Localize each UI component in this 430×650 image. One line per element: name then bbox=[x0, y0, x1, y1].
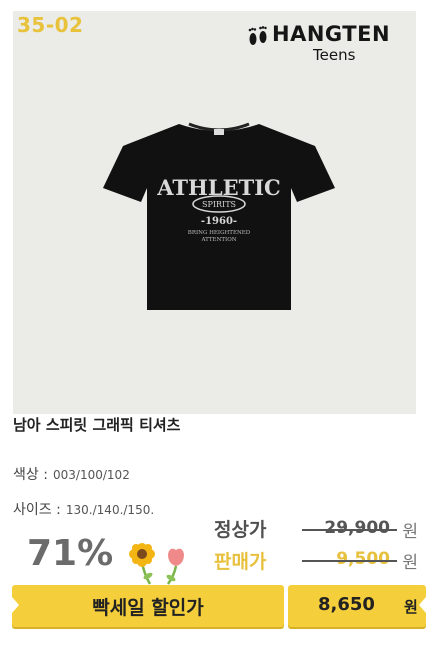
color-value: 003/100/102 bbox=[53, 468, 130, 482]
brand-name: HANGTEN bbox=[272, 22, 391, 46]
banner-notch-right bbox=[419, 597, 426, 613]
discount-rate: 71% bbox=[27, 533, 114, 574]
size-value: 130./140./150. bbox=[65, 503, 155, 517]
shirt-print-line2: SPIRITS bbox=[202, 200, 236, 209]
regular-price: 29,900 bbox=[324, 518, 390, 538]
sale-price-unit: 원 bbox=[402, 553, 418, 573]
size-label: 사이즈 : bbox=[13, 502, 61, 518]
flash-sale-label: 빡세일 할인가 bbox=[92, 597, 204, 619]
regular-price-unit: 원 bbox=[402, 522, 418, 542]
sale-price-label: 판매가 bbox=[214, 551, 267, 573]
brand-subline: Teens bbox=[313, 46, 356, 64]
item-code: 35-02 bbox=[17, 13, 84, 37]
color-spec: 색상 : 003/100/102 bbox=[13, 464, 130, 484]
shirt-print-line4: BRING HEIGHTENED bbox=[188, 230, 251, 236]
flash-sale-banner[interactable]: 빡세일 할인가 8,650 원 bbox=[12, 585, 426, 629]
tshirt-image: ATHLETIC SPIRITS -1960- BRING HEIGHTENED… bbox=[103, 122, 335, 310]
final-price: 8,650 bbox=[318, 594, 375, 615]
size-spec: 사이즈 : 130./140./150. bbox=[13, 499, 154, 519]
final-price-unit: 원 bbox=[404, 598, 418, 616]
shirt-print-line5: ATTENTION bbox=[200, 237, 236, 243]
regular-price-label: 정상가 bbox=[214, 519, 267, 541]
sale-price-strikethrough bbox=[302, 560, 397, 562]
flowers-icon bbox=[129, 543, 184, 585]
flash-sale-label-bar: 빡세일 할인가 bbox=[12, 585, 284, 627]
regular-price-strikethrough bbox=[302, 529, 397, 531]
shirt-print-line3: -1960- bbox=[201, 216, 237, 227]
product-image[interactable]: 35-02 HANGTEN Teens ATHLETIC SPIRITS -19… bbox=[13, 11, 416, 414]
brand-logo: HANGTEN Teens bbox=[246, 21, 406, 67]
footprints-icon bbox=[248, 26, 267, 45]
color-label: 색상 : bbox=[13, 467, 48, 483]
product-title[interactable]: 남아 스피릿 그래픽 티셔츠 bbox=[13, 414, 180, 435]
sale-price: 9,500 bbox=[336, 549, 390, 569]
